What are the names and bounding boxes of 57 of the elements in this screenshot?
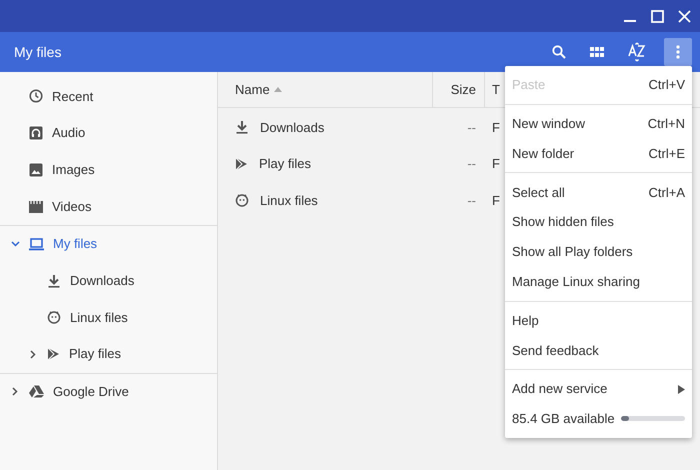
clock-icon bbox=[29, 89, 43, 104]
headphones-icon bbox=[29, 126, 43, 140]
sidebar-item[interactable]: Google Drive bbox=[53, 382, 129, 402]
more-vertical-icon bbox=[676, 45, 680, 59]
file-size: -- bbox=[467, 118, 476, 137]
sidebar-item[interactable]: My files bbox=[53, 234, 98, 254]
file-name[interactable]: Downloads bbox=[260, 118, 324, 138]
file-name[interactable]: Play files bbox=[259, 154, 312, 174]
menu-item[interactable]: Show all Play folders bbox=[512, 242, 633, 262]
table-cell: F bbox=[492, 156, 500, 172]
menu-item[interactable]: Help bbox=[512, 310, 539, 330]
file-size: -- bbox=[467, 192, 476, 210]
download-icon bbox=[47, 274, 61, 288]
menu-item[interactable]: Send feedback bbox=[512, 340, 599, 360]
laptop-icon bbox=[29, 238, 44, 251]
sidebar-item[interactable]: Linux files bbox=[70, 308, 128, 328]
submenu-arrow-icon bbox=[678, 384, 685, 394]
expand-chevron-icon[interactable] bbox=[12, 387, 18, 396]
play-icon bbox=[47, 347, 60, 362]
menu-item[interactable]: 85.4 GB available bbox=[512, 409, 615, 429]
image-icon bbox=[29, 162, 43, 177]
column-header[interactable]: Name bbox=[218, 72, 432, 108]
play-icon bbox=[235, 156, 248, 171]
expand-chevron-icon[interactable] bbox=[30, 350, 36, 359]
table-cell: F bbox=[492, 120, 500, 135]
table-cell: F bbox=[492, 192, 500, 208]
sidebar-item[interactable]: Recent bbox=[52, 86, 94, 106]
sidebar-item[interactable]: Downloads bbox=[70, 271, 134, 291]
menu-item[interactable]: Manage Linux sharing bbox=[512, 272, 640, 292]
toolbar-title: My files bbox=[14, 42, 62, 62]
more-button[interactable] bbox=[664, 38, 692, 66]
film-icon bbox=[29, 200, 43, 213]
file-size: -- bbox=[467, 155, 476, 174]
search-icon bbox=[552, 45, 566, 59]
download-icon bbox=[235, 120, 249, 134]
close-icon[interactable] bbox=[678, 10, 691, 22]
sidebar-item[interactable]: Play files bbox=[69, 344, 122, 364]
menu-item[interactable]: Select all bbox=[512, 182, 565, 202]
sidebar-item[interactable]: Audio bbox=[52, 123, 86, 143]
keyboard-shortcut: Ctrl+V bbox=[648, 76, 685, 94]
column-header[interactable]: Size bbox=[432, 72, 484, 108]
sidebar-item[interactable]: Images bbox=[52, 160, 95, 180]
keyboard-shortcut: Ctrl+N bbox=[648, 114, 685, 133]
keyboard-shortcut: Ctrl+E bbox=[648, 144, 685, 163]
keyboard-shortcut: Ctrl+A bbox=[648, 184, 685, 202]
column-header[interactable]: T bbox=[484, 72, 504, 108]
sort-arrow-icon bbox=[274, 87, 282, 92]
menu-item[interactable]: New window bbox=[512, 114, 585, 134]
maximize-icon[interactable] bbox=[651, 10, 664, 22]
collapse-chevron-icon[interactable] bbox=[10, 241, 20, 248]
az-sort-icon bbox=[628, 42, 646, 62]
grid-icon bbox=[590, 47, 604, 57]
sidebar-item[interactable]: Videos bbox=[52, 196, 92, 216]
menu-item[interactable]: New folder bbox=[512, 144, 574, 164]
menu-item[interactable]: Add new service bbox=[512, 379, 608, 399]
file-name[interactable]: Linux files bbox=[260, 190, 318, 210]
menu-item[interactable]: Show hidden files bbox=[512, 212, 614, 232]
